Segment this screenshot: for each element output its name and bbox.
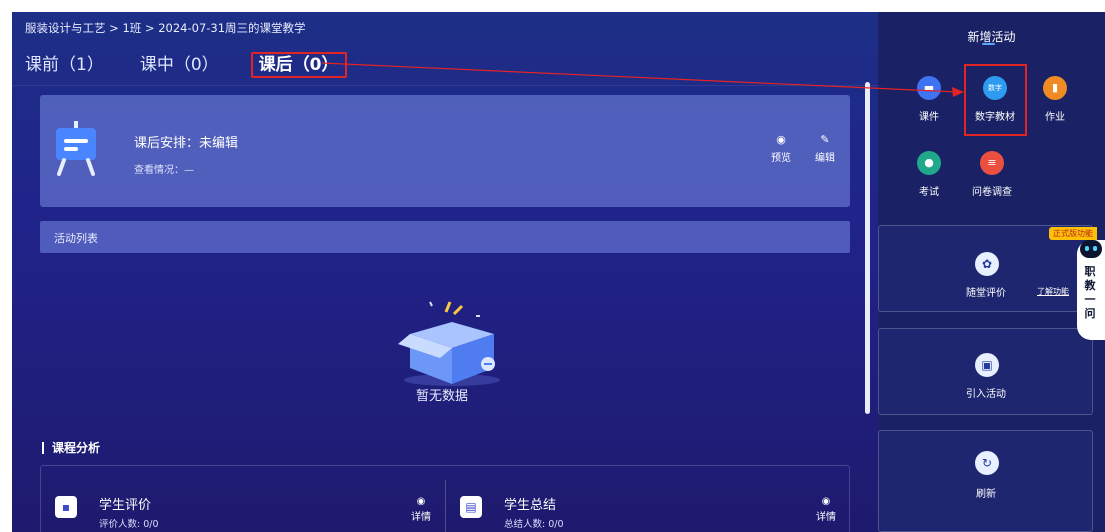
student-evaluation-title: 学生评价 [99, 498, 152, 513]
evaluation-count: 评价人数: 0/0 [99, 519, 159, 530]
refresh-icon: ↻ [975, 451, 999, 475]
chat-icon: ▪ [55, 496, 77, 518]
tab-before-class[interactable]: 课前（1） [25, 52, 104, 78]
courseware-icon: ▬ [917, 76, 941, 100]
flower-icon: ✿ [975, 252, 999, 276]
survey-icon: ≡ [980, 151, 1004, 175]
title-underline [982, 43, 995, 45]
refresh-box[interactable]: ↻ 刷新 [878, 430, 1093, 532]
exam-label: 考试 [919, 187, 939, 198]
empty-text: 暂无数据 [416, 389, 469, 404]
summary-detail-button[interactable]: ◉ 详情 [812, 496, 840, 523]
preview-label: 预览 [771, 153, 791, 164]
student-summary-title: 学生总结 [504, 498, 557, 513]
learn-more-link[interactable]: 了解功能 [1037, 286, 1069, 297]
document-icon: ▤ [460, 496, 482, 518]
courseware-button[interactable]: ▬ 课件 [905, 76, 953, 124]
pencil-icon: ✎ [820, 133, 830, 146]
tab-in-class[interactable]: 课中（0） [140, 52, 219, 78]
eye-icon: ◉ [776, 133, 786, 146]
exam-button[interactable]: ● 考试 [905, 151, 953, 199]
activity-list-label: 活动列表 [54, 232, 98, 245]
eye-icon: ◉ [821, 496, 831, 507]
arrangement-title: 课后安排：未编辑 [134, 136, 239, 151]
preview-button[interactable]: ◉ 预览 [765, 133, 797, 164]
classroom-evaluation-label: 随堂评价 [966, 288, 1006, 299]
phase-tabs: 课前（1） 课中（0） 课后（0） [25, 52, 383, 78]
course-analysis-panel: ▪ 学生评价 评价人数: 0/0 ◉ 详情 ▤ 学生总结 总结人数: 0/0 ◉… [40, 465, 850, 532]
eye-icon: ◉ [416, 496, 426, 507]
robot-icon [1080, 240, 1102, 258]
homework-label: 作业 [1045, 112, 1065, 123]
breadcrumb[interactable]: 服装设计与工艺 > 1班 > 2024-07-31周三的课堂教学 [25, 20, 306, 36]
view-status: 查看情况：— [134, 165, 194, 176]
survey-label: 问卷调查 [972, 187, 1012, 198]
scrollbar[interactable] [865, 82, 870, 414]
survey-button[interactable]: ≡ 问卷调查 [968, 151, 1016, 199]
homework-button[interactable]: ▮ 作业 [1031, 76, 1079, 124]
evaluation-detail-button[interactable]: ◉ 详情 [407, 496, 435, 523]
after-class-arrangement-card: 课后安排：未编辑 查看情况：— ◉ 预览 ✎ 编辑 [40, 95, 850, 207]
student-evaluation-item: ▪ 学生评价 评价人数: 0/0 ◉ 详情 [41, 466, 445, 532]
tab-after-class[interactable]: 课后（0） [250, 52, 347, 78]
tab-divider [12, 85, 878, 86]
edit-button[interactable]: ✎ 编辑 [809, 133, 841, 164]
courseware-label: 课件 [919, 112, 939, 123]
import-activity-box[interactable]: ▣ 引入活动 [878, 328, 1093, 415]
main-content: 服装设计与工艺 > 1班 > 2024-07-31周三的课堂教学 课前（1） 课… [12, 12, 878, 532]
empty-box-icon [398, 301, 500, 386]
detail-label: 详情 [816, 512, 836, 523]
assistant-label: 职教一问 [1084, 265, 1096, 320]
board-icon [56, 121, 96, 176]
course-analysis-title: 课程分析 [42, 442, 100, 454]
refresh-label: 刷新 [976, 489, 996, 500]
activity-list-header: 活动列表 [40, 221, 850, 253]
exam-icon: ● [917, 151, 941, 175]
detail-label: 详情 [411, 512, 431, 523]
official-feature-badge: 正式版功能 [1049, 227, 1097, 240]
edit-label: 编辑 [815, 153, 835, 164]
digital-textbook-highlight [964, 64, 1027, 136]
import-icon: ▣ [975, 353, 999, 377]
summary-count: 总结人数: 0/0 [504, 519, 564, 530]
homework-icon: ▮ [1043, 76, 1067, 100]
student-summary-item: ▤ 学生总结 总结人数: 0/0 ◉ 详情 [446, 466, 850, 532]
import-activity-label: 引入活动 [966, 389, 1006, 400]
